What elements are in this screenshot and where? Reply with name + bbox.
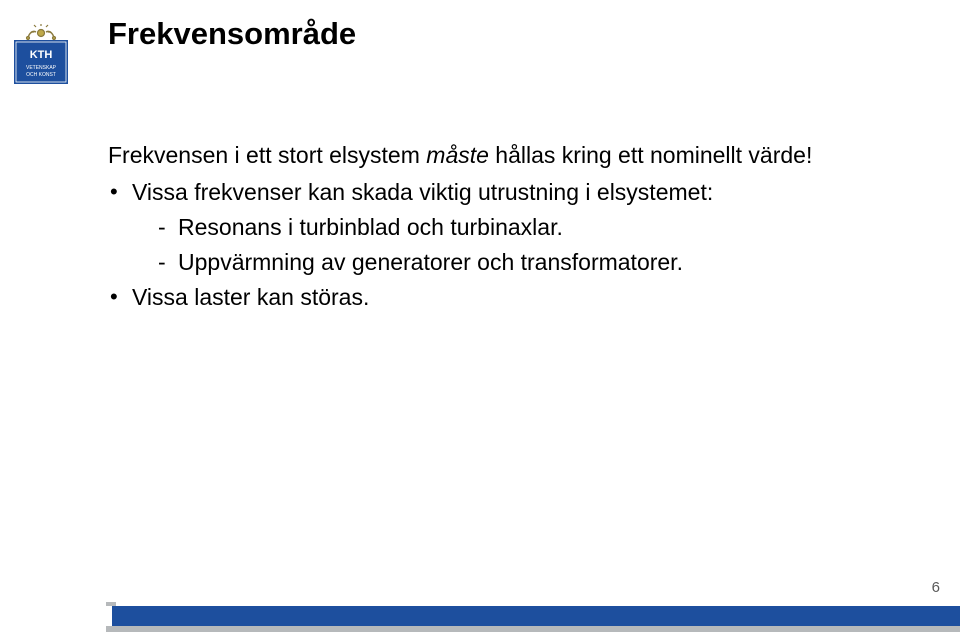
list-item: Vissa frekvenser kan skada viktig utrust… [108, 177, 868, 278]
list-item: Uppvärmning av generatorer och transform… [156, 247, 868, 278]
intro-text: Frekvensen i ett stort elsystem måste hå… [108, 140, 868, 171]
content-area: Frekvensen i ett stort elsystem måste hå… [108, 140, 868, 317]
list-item: Resonans i turbinblad och turbinaxlar. [156, 212, 868, 243]
intro-emph: måste [426, 142, 489, 168]
sub-item-text: Resonans i turbinblad och turbinaxlar. [178, 214, 563, 240]
list-item-text: Vissa laster kan störas. [132, 284, 369, 310]
footer-bar [0, 590, 960, 638]
kth-logo: KTH VETENSKAP OCH KONST [14, 24, 68, 84]
page-title: Frekvensområde [108, 16, 356, 52]
svg-text:KTH: KTH [30, 49, 53, 61]
intro-part1: Frekvensen i ett stort elsystem [108, 142, 426, 168]
sub-item-text: Uppvärmning av generatorer och transform… [178, 249, 683, 275]
svg-text:OCH KONST: OCH KONST [26, 72, 56, 78]
svg-text:VETENSKAP: VETENSKAP [26, 65, 57, 71]
footer-blue-stripe [112, 606, 960, 628]
intro-part2: hållas kring ett nominellt värde! [489, 142, 812, 168]
bullet-list: Vissa frekvenser kan skada viktig utrust… [108, 177, 868, 313]
list-item: Vissa laster kan störas. [108, 282, 868, 313]
sub-list: Resonans i turbinblad och turbinaxlar. U… [132, 212, 868, 278]
list-item-text: Vissa frekvenser kan skada viktig utrust… [132, 179, 713, 205]
footer-grey-stripe [106, 626, 960, 632]
slide: KTH VETENSKAP OCH KONST Frekvensområde F… [0, 0, 960, 638]
